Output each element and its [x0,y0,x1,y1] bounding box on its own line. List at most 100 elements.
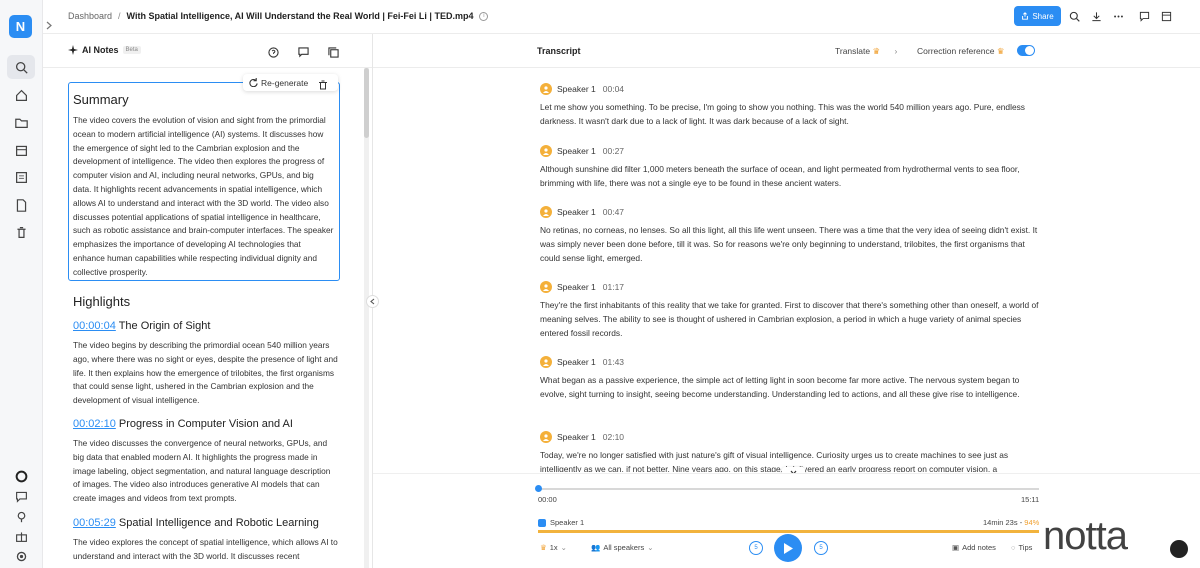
progress-handle[interactable] [535,485,542,492]
add-notes-button[interactable]: ▣ Add notes [952,543,996,552]
download-icon[interactable] [1089,9,1103,23]
transcript-segment[interactable]: Speaker 1 00:27 Although sunshine did fil… [540,144,1040,190]
comment-icon[interactable] [1137,9,1151,23]
speaker-timeline-bar[interactable] [538,530,1039,533]
segment-text[interactable]: They're the first inhabitants of this re… [540,298,1040,340]
segment-time[interactable]: 01:17 [603,282,624,292]
play-button[interactable] [774,534,802,562]
speaker-filter[interactable]: 👥 All speakers ⌄ [591,543,654,552]
segment-text[interactable]: Although sunshine did filter 1,000 meter… [540,162,1040,190]
summary-text[interactable]: The video covers the evolution of vision… [73,114,334,280]
copy-icon[interactable] [328,45,340,58]
current-time: 00:00 [538,495,557,504]
beta-badge: Beta [122,46,141,54]
layout-icon[interactable] [1159,9,1173,23]
chevron-down-icon: ⌄ [647,543,654,552]
speaker-name[interactable]: Speaker 1 [557,207,596,217]
highlight-item: 00:02:10 Progress in Computer Vision and… [73,418,338,506]
folder-icon[interactable] [13,114,29,130]
segment-text[interactable]: Let me show you something. To be precise… [540,100,1040,128]
speed-control[interactable]: ♛ 1x ⌄ [540,543,567,552]
location-icon[interactable] [13,508,29,524]
total-time: 15:11 [1021,495,1040,504]
crown-icon: ♛ [872,46,881,56]
segment-time[interactable]: 01:43 [603,357,624,367]
delete-summary-icon[interactable] [318,77,328,90]
chat-icon[interactable] [13,488,29,504]
summary-heading: Summary [73,92,129,107]
speaker-name[interactable]: Speaker 1 [557,357,596,367]
speaker-name[interactable]: Speaker 1 [557,432,596,442]
highlight-text: The video begins by describing the primo… [73,340,338,406]
translate-button[interactable]: Translate ♛ › [835,46,897,57]
collapse-panel-chevron-icon[interactable] [366,295,379,308]
people-icon: 👥 [591,543,601,552]
skip-back-icon[interactable]: 5 [749,541,763,555]
highlight-text: The video discusses the convergence of n… [73,438,331,504]
search-icon[interactable] [13,59,29,75]
segment-text[interactable]: What began as a passive experience, the … [540,373,1040,401]
speaker-checkbox[interactable] [538,518,546,527]
speed-crown-icon: ♛ [540,543,547,552]
speaker-avatar [540,145,552,157]
speaker-name[interactable]: Speaker 1 [557,282,596,292]
segment-time[interactable]: 00:47 [603,207,624,217]
breadcrumb-dashboard[interactable]: Dashboard [68,11,112,21]
add-notes-label: Add notes [962,543,996,552]
top-bar: Dashboard / With Spatial Intelligence, AI … [43,0,1200,34]
segment-text[interactable]: No retinas, no corneas, no lenses. So al… [540,223,1040,265]
calendar-icon[interactable] [13,142,29,158]
highlight-title: 00:02:10 Progress in Computer Vision and… [73,418,338,430]
notta-watermark: notta [1040,514,1190,558]
speaker-track-label: Speaker 1 [550,518,585,527]
highlights-section: Highlights [73,294,338,309]
chat-notes-icon[interactable] [298,45,310,58]
transcript-segment[interactable]: Speaker 1 01:43 What began as a passive e… [540,355,1040,401]
more-icon[interactable] [1111,9,1125,23]
search-icon[interactable] [1067,9,1081,23]
transcript-segment[interactable]: Speaker 1 00:47 No retinas, no corneas, n… [540,205,1040,265]
transcript-segment[interactable]: Speaker 1 01:17 They're the first inhabit… [540,280,1040,340]
highlight-timestamp-link[interactable]: 00:05:29 [73,517,116,529]
tips-button[interactable]: ◌ Tips [1011,543,1032,552]
ai-notes-title: AI Notes Beta [68,45,141,55]
highlight-timestamp-link[interactable]: 00:02:10 [73,418,116,430]
transcript-segment[interactable]: Speaker 1 00:04 Let me show you something… [540,82,1040,128]
notes-scrollbar-thumb[interactable] [364,68,369,138]
settings-icon[interactable] [13,548,29,564]
transcript-segment[interactable]: Speaker 1 02:10 Today, we're no longer sa… [540,430,1040,472]
speaker-track-row[interactable]: Speaker 1 [538,518,584,527]
speaker-name[interactable]: Speaker 1 [557,146,596,156]
correction-reference: Correction reference ♛ [917,46,1004,57]
speaker-filter-label: All speakers [603,543,645,552]
segment-time[interactable]: 02:10 [603,432,624,442]
document-icon[interactable] [13,197,29,213]
segment-time[interactable]: 00:04 [603,84,624,94]
segment-time[interactable]: 00:27 [603,146,624,156]
record-icon[interactable] [13,468,29,484]
speaker-avatar [540,83,552,95]
share-button[interactable]: Share [1014,6,1061,26]
gift-icon[interactable] [13,528,29,544]
share-icon [1022,12,1029,20]
correction-toggle[interactable] [1017,45,1035,56]
help-icon[interactable] [268,45,280,58]
speaker-duration-value: 14min 23s [983,518,1018,527]
summary-card[interactable]: Summary The video covers the evolution o… [68,82,340,281]
crown-icon: ♛ [996,46,1005,56]
notes-scrollbar-track[interactable] [364,68,369,568]
speaker-share: 94% [1024,518,1040,527]
highlight-item: 00:00:04 The Origin of Sight The video b… [73,320,338,408]
skip-forward-icon[interactable]: 5 [814,541,828,555]
progress-track[interactable] [538,488,1039,490]
trash-icon[interactable] [13,224,29,240]
highlight-timestamp-link[interactable]: 00:00:04 [73,320,116,332]
speaker-avatar [540,281,552,293]
home-icon[interactable] [13,87,29,103]
refresh-icon [249,78,258,87]
info-icon[interactable]: i [479,12,489,22]
help-fab-icon[interactable] [1170,540,1188,558]
notes-icon[interactable] [13,169,29,185]
speaker-name[interactable]: Speaker 1 [557,84,596,94]
app-logo[interactable]: N [9,15,32,38]
